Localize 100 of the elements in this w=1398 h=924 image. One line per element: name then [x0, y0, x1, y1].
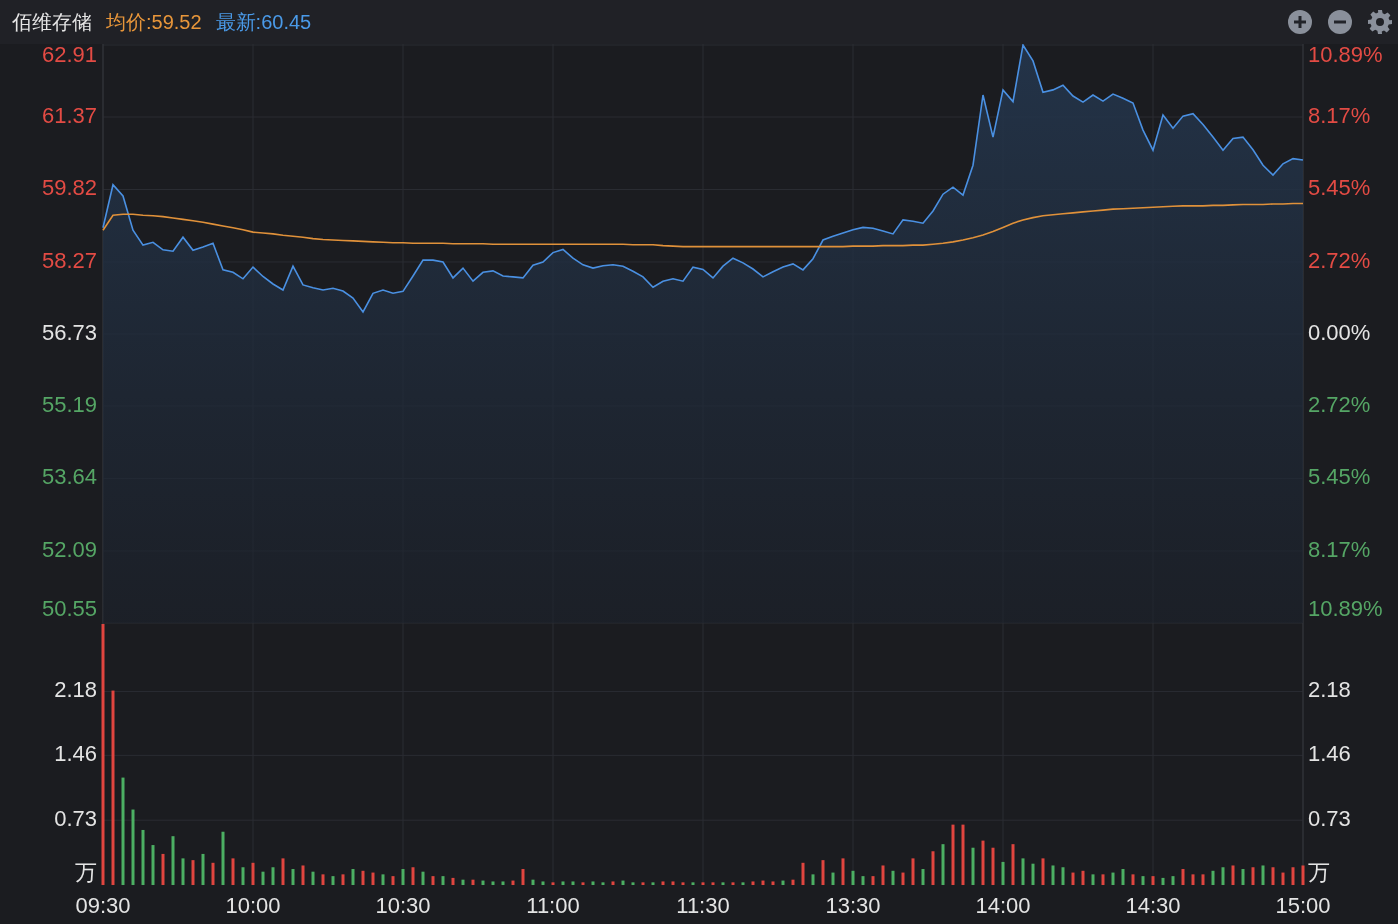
volume-bar	[701, 882, 705, 885]
axis-label: 10.89%	[1308, 595, 1383, 621]
volume-bar	[1231, 865, 1235, 885]
volume-bar	[451, 877, 455, 885]
volume-bar	[911, 858, 915, 885]
volume-bar	[971, 847, 975, 885]
volume-bar	[141, 829, 145, 885]
volume-bar	[211, 862, 215, 885]
volume-bar	[411, 867, 415, 885]
volume-bar	[471, 879, 475, 885]
volume-bar	[1081, 870, 1085, 885]
volume-bar	[311, 871, 315, 885]
axis-label: 52.09	[41, 536, 97, 562]
axis-label: 58.27	[41, 247, 97, 273]
volume-bar	[581, 882, 585, 885]
volume-bar	[1121, 869, 1125, 885]
volume-bar	[1221, 867, 1225, 885]
volume-bar	[241, 867, 245, 885]
volume-bar	[721, 882, 725, 885]
settings-icon[interactable]	[1368, 10, 1392, 34]
volume-bar	[1071, 872, 1075, 885]
volume-bar	[571, 881, 575, 885]
volume-bar	[481, 880, 485, 885]
volume-bar	[421, 871, 425, 885]
volume-bar	[841, 858, 845, 885]
volume-bar	[861, 876, 865, 885]
time-label: 14:30	[1125, 892, 1181, 918]
volume-bar	[941, 844, 945, 885]
volume-bar	[741, 882, 745, 885]
volume-bar	[181, 858, 185, 885]
volume-bar	[1181, 869, 1185, 885]
volume-bar	[291, 869, 295, 885]
volume-bar	[1131, 874, 1135, 885]
time-label: 11:30	[676, 892, 730, 918]
axis-label: 53.64	[41, 464, 97, 490]
volume-bar	[531, 879, 535, 885]
volume-bar	[791, 879, 795, 885]
zoom-in-icon[interactable]	[1288, 10, 1312, 34]
volume-bar	[651, 882, 655, 885]
volume-bar	[1111, 872, 1115, 885]
volume-bar	[831, 872, 835, 885]
volume-bar	[541, 881, 545, 885]
volume-bar	[691, 882, 695, 885]
volume-bar	[1021, 858, 1025, 885]
axis-label: 0.73	[54, 806, 97, 831]
volume-bar	[931, 851, 935, 885]
time-label: 15:00	[1275, 892, 1331, 918]
volume-bar	[921, 869, 925, 885]
volume-bar	[1031, 863, 1035, 885]
volume-bar	[371, 872, 375, 885]
axis-label: 0.00%	[1308, 319, 1371, 345]
volume-bar	[1271, 867, 1275, 885]
volume-bar	[161, 853, 165, 885]
volume-bar	[511, 880, 515, 885]
zoom-out-icon[interactable]	[1328, 10, 1352, 34]
volume-bar	[1141, 876, 1145, 885]
volume-bar	[961, 824, 965, 885]
volume-bar	[851, 870, 855, 885]
volume-bar	[771, 881, 775, 885]
volume-bar	[1101, 874, 1105, 885]
axis-label: 56.73	[41, 319, 97, 345]
axis-label: 0.73	[1308, 806, 1351, 831]
volume-bar	[561, 881, 565, 885]
volume-bar	[761, 880, 765, 885]
volume-bar	[681, 882, 685, 885]
volume-bar	[641, 882, 645, 885]
volume-bar	[461, 879, 465, 885]
volume-bar	[901, 872, 905, 885]
volume-bar	[801, 862, 805, 885]
volume-bar	[661, 881, 665, 885]
axis-label: 61.37	[41, 102, 97, 128]
volume-bar	[401, 869, 405, 885]
volume-bar	[521, 869, 525, 885]
volume-bar	[1191, 874, 1195, 885]
time-label: 09:30	[75, 892, 131, 918]
volume-bar	[1051, 865, 1055, 885]
volume-bar	[391, 876, 395, 885]
volume-bar	[1061, 867, 1065, 885]
volume-bar	[1091, 874, 1095, 885]
time-label: 10:00	[225, 892, 281, 918]
axis-label: 62.91	[41, 44, 97, 67]
volume-bar	[551, 882, 555, 885]
volume-bar	[991, 847, 995, 885]
axis-label: 2.18	[54, 677, 97, 703]
volume-bar	[231, 858, 235, 885]
time-label: 11:00	[526, 892, 580, 918]
volume-bar	[821, 860, 825, 885]
axis-label: 1.46	[54, 741, 97, 767]
volume-bar	[671, 881, 675, 885]
time-label: 14:00	[975, 892, 1031, 918]
volume-bar	[1251, 867, 1255, 885]
volume-bar	[1001, 861, 1005, 885]
axis-label: 2.72%	[1308, 247, 1371, 273]
volume-bar	[1171, 876, 1175, 885]
volume-bar	[1261, 865, 1265, 885]
volume-bar	[1151, 876, 1155, 885]
volume-bar	[331, 876, 335, 885]
volume-bar	[631, 882, 635, 885]
volume-bar	[301, 865, 305, 885]
volume-bar	[891, 870, 895, 885]
